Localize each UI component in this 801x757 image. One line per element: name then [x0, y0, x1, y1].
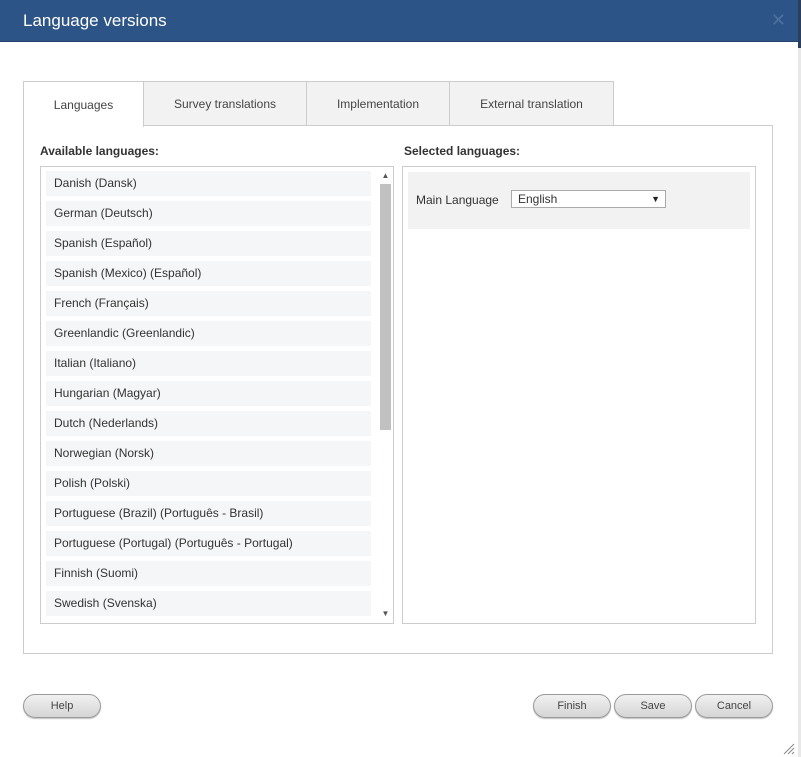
list-item[interactable]: Spanish (Español) — [46, 231, 371, 256]
available-languages-list[interactable]: Danish (Dansk) German (Deutsch) Spanish … — [40, 166, 394, 624]
tab-survey-translations[interactable]: Survey translations — [143, 81, 307, 125]
selected-languages-box: Main Language English ▼ — [402, 166, 756, 624]
main-language-select[interactable]: English ▼ — [511, 190, 666, 208]
list-item[interactable]: Italian (Italiano) — [46, 351, 371, 376]
scroll-thumb[interactable] — [380, 184, 391, 430]
finish-button[interactable]: Finish — [533, 694, 611, 718]
cancel-button[interactable]: Cancel — [695, 694, 773, 718]
list-item[interactable]: Polish (Polski) — [46, 471, 371, 496]
scroll-up-arrow-icon[interactable]: ▲ — [380, 171, 391, 181]
tab-label: Languages — [53, 97, 114, 112]
list-item[interactable]: Swedish (Svenska) — [46, 591, 371, 616]
main-language-row: Main Language English ▼ — [408, 172, 750, 229]
scroll-down-arrow-icon[interactable]: ▼ — [380, 609, 391, 619]
list-item[interactable]: French (Français) — [46, 291, 371, 316]
tab-external-translation[interactable]: External translation — [449, 81, 614, 125]
close-icon[interactable]: ✕ — [771, 10, 786, 30]
save-button[interactable]: Save — [614, 694, 692, 718]
tab-label: External translation — [480, 96, 583, 111]
dialog-titlebar[interactable]: Language versions ✕ — [0, 0, 798, 42]
list-item[interactable]: Portuguese (Portugal) (Português - Portu… — [46, 531, 371, 556]
list-item[interactable]: Portuguese (Brazil) (Português - Brasil) — [46, 501, 371, 526]
list-item[interactable]: Danish (Dansk) — [46, 171, 371, 196]
main-language-label: Main Language — [416, 193, 499, 207]
dialog-title: Language versions — [23, 11, 167, 30]
list-item[interactable]: German (Deutsch) — [46, 201, 371, 226]
list-item[interactable]: Norwegian (Norsk) — [46, 441, 371, 466]
list-item[interactable]: Spanish (Mexico) (Español) — [46, 261, 371, 286]
tab-label: Implementation — [336, 96, 420, 111]
help-button[interactable]: Help — [23, 694, 101, 718]
available-languages-label: Available languages: — [40, 144, 159, 158]
tab-label: Survey translations — [173, 96, 277, 111]
tab-languages[interactable]: Languages — [23, 81, 144, 127]
list-scrollbar[interactable]: ▲ ▼ — [377, 167, 393, 623]
list-item[interactable]: Finnish (Suomi) — [46, 561, 371, 586]
list-item[interactable]: Greenlandic (Greenlandic) — [46, 321, 371, 346]
selected-languages-label: Selected languages: — [404, 144, 521, 158]
list-item[interactable]: Dutch (Nederlands) — [46, 411, 371, 436]
main-language-value: English — [518, 192, 558, 206]
resize-grip-icon[interactable] — [783, 743, 795, 755]
chevron-down-icon: ▼ — [651, 194, 660, 204]
list-item[interactable]: Hungarian (Magyar) — [46, 381, 371, 406]
tab-implementation[interactable]: Implementation — [306, 81, 450, 125]
